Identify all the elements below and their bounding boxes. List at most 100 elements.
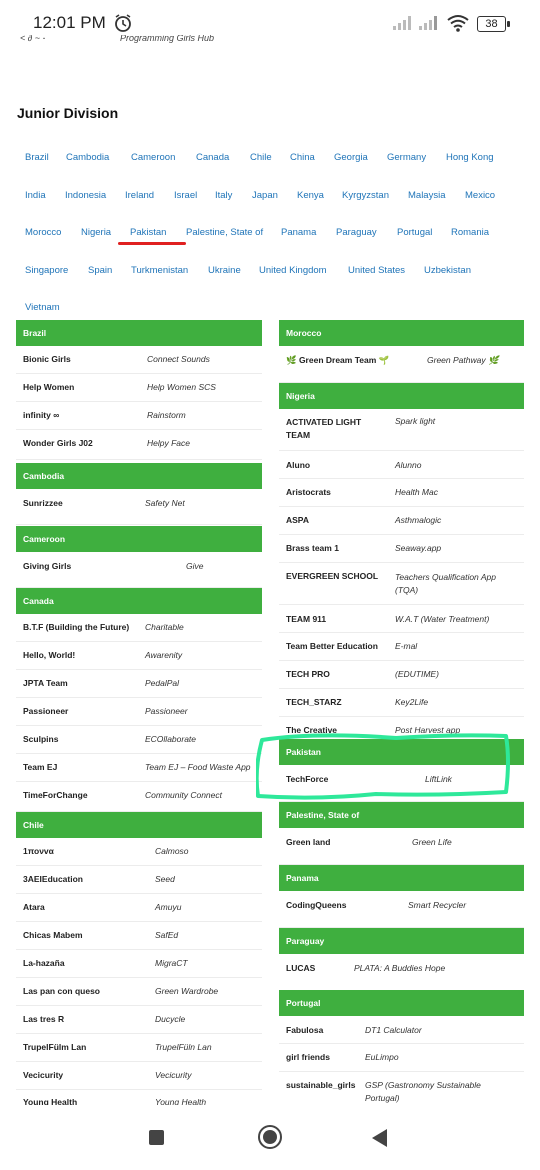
- app-name: Calmoso: [155, 846, 189, 856]
- country-link[interactable]: Morocco: [25, 227, 61, 238]
- team-name: 3AEIEducation: [23, 874, 83, 884]
- country-link[interactable]: Spain: [88, 265, 112, 276]
- team-name: Sculpins: [23, 734, 59, 744]
- country-link[interactable]: India: [25, 190, 46, 201]
- signal-icon: [419, 16, 437, 30]
- country-link[interactable]: Canada: [196, 152, 229, 163]
- country-link[interactable]: Romania: [451, 227, 489, 238]
- app-name: EuLimpo: [365, 1052, 399, 1062]
- team-name: Atara: [23, 902, 45, 912]
- country-link[interactable]: Vietnam: [25, 302, 60, 313]
- section-panama: Panama CodingQueens Smart Recycler: [279, 865, 524, 928]
- team-name: Hello, World!: [23, 650, 76, 660]
- navigation-bar: [0, 1105, 540, 1170]
- app-name: Key2Life: [395, 697, 429, 707]
- app-name: W.A.T (Water Treatment): [395, 614, 490, 624]
- status-bar: 12:01 PM 38: [0, 0, 540, 46]
- red-underline-annotation: [118, 242, 186, 245]
- app-name: Vecicurity: [155, 1070, 192, 1080]
- recent-apps-button[interactable]: [149, 1130, 164, 1145]
- app-name: Post Harvest app: [395, 725, 461, 735]
- country-link[interactable]: Cameroon: [131, 152, 175, 163]
- app-name: Ducycle: [155, 1014, 186, 1024]
- country-link[interactable]: Ireland: [125, 190, 154, 201]
- section-header: Chile: [16, 812, 262, 838]
- country-link[interactable]: Kenya: [297, 190, 324, 201]
- team-name: 🌿 Green Dream Team 🌱: [286, 355, 390, 365]
- app-name: SafEd: [155, 930, 179, 940]
- app-name: ECOllaborate: [145, 734, 197, 744]
- app-name: Help Women SCS: [147, 382, 216, 392]
- app-name: Team EJ – Food Waste App: [145, 762, 251, 772]
- page-title: Junior Division: [17, 105, 119, 121]
- team-name: TEAM 911: [286, 614, 327, 624]
- section-header: Canada: [16, 588, 262, 614]
- home-button[interactable]: [258, 1125, 282, 1149]
- app-name: DT1 Calculator: [365, 1025, 422, 1035]
- app-name: Awarenity: [145, 650, 183, 660]
- team-name: ASPA: [286, 515, 309, 525]
- app-name: Spark light: [395, 416, 436, 426]
- country-link[interactable]: Nigeria: [81, 227, 111, 238]
- country-link[interactable]: Georgia: [334, 152, 368, 163]
- section-nigeria: Nigeria ACTIVATED LIGHT TEAM Spark light …: [279, 383, 524, 748]
- app-name: Teachers Qualification App (TQA): [395, 572, 496, 595]
- country-link[interactable]: Uzbekistan: [424, 265, 471, 276]
- country-link-pakistan[interactable]: Pakistan: [130, 227, 166, 238]
- country-link[interactable]: China: [290, 152, 315, 163]
- app-name: Health Mac: [395, 487, 438, 497]
- clipped-back-link[interactable]: < ∂ ~ -: [20, 35, 45, 44]
- country-link[interactable]: Chile: [250, 152, 272, 163]
- country-link[interactable]: Japan: [252, 190, 278, 201]
- country-link[interactable]: Panama: [281, 227, 316, 238]
- team-name: JPTA Team: [23, 678, 68, 688]
- country-link[interactable]: Ukraine: [208, 265, 241, 276]
- country-link[interactable]: Portugal: [397, 227, 432, 238]
- back-button[interactable]: [372, 1129, 387, 1147]
- app-name: MigraCT: [155, 958, 188, 968]
- country-link[interactable]: Hong Kong: [446, 152, 494, 163]
- app-name: Green Life: [412, 837, 452, 847]
- app-name: PedalPal: [145, 678, 180, 688]
- section-header: Morocco: [279, 320, 524, 346]
- team-name: The Creative: [286, 725, 338, 735]
- section-header: Pakistan: [279, 739, 524, 765]
- country-link[interactable]: Cambodia: [66, 152, 109, 163]
- team-name: TrupelFülm Lan: [23, 1042, 87, 1052]
- section-palestine: Palestine, State of Green land Green Life: [279, 802, 524, 865]
- section-canada: Canada B.T.F (Building the Future) Charit…: [16, 588, 262, 812]
- team-name: Green land: [286, 837, 331, 847]
- section-header: Panama: [279, 865, 524, 891]
- app-name: Rainstorm: [147, 410, 186, 420]
- team-name: girl friends: [286, 1052, 330, 1062]
- country-link[interactable]: Italy: [215, 190, 232, 201]
- team-name: Brass team 1: [286, 543, 339, 553]
- country-link[interactable]: Brazil: [25, 152, 49, 163]
- country-link[interactable]: Paraguay: [336, 227, 377, 238]
- app-name: Seed: [155, 874, 175, 884]
- status-time: 12:01 PM: [33, 13, 106, 32]
- country-link[interactable]: Singapore: [25, 265, 68, 276]
- country-link[interactable]: United Kingdom: [259, 265, 327, 276]
- app-name: Asthmalogic: [395, 515, 442, 525]
- team-name: 1πονvα: [23, 846, 54, 856]
- country-link[interactable]: Palestine, State of: [186, 227, 263, 238]
- team-name: Giving Girls: [23, 561, 72, 571]
- section-brazil: Brazil Bionic Girls Connect Sounds Help W…: [16, 320, 262, 460]
- country-link[interactable]: Kyrgyzstan: [342, 190, 389, 201]
- section-header: Cameroon: [16, 526, 262, 552]
- team-name: Passioneer: [23, 706, 69, 716]
- team-name: ACTIVATED LIGHT TEAM: [286, 417, 362, 440]
- country-link[interactable]: Germany: [387, 152, 426, 163]
- country-link[interactable]: United States: [348, 265, 405, 276]
- team-name: sustainable_girls: [286, 1080, 356, 1090]
- country-link[interactable]: Turkmenistan: [131, 265, 188, 276]
- app-name: Connect Sounds: [147, 354, 210, 364]
- app-name: Alunno: [395, 460, 422, 470]
- alarm-icon: [115, 14, 131, 32]
- country-link[interactable]: Indonesia: [65, 190, 106, 201]
- country-link[interactable]: Mexico: [465, 190, 495, 201]
- country-link[interactable]: Malaysia: [408, 190, 446, 201]
- section-pakistan: Pakistan TechForce LiftLink: [279, 739, 524, 802]
- country-link[interactable]: Israel: [174, 190, 197, 201]
